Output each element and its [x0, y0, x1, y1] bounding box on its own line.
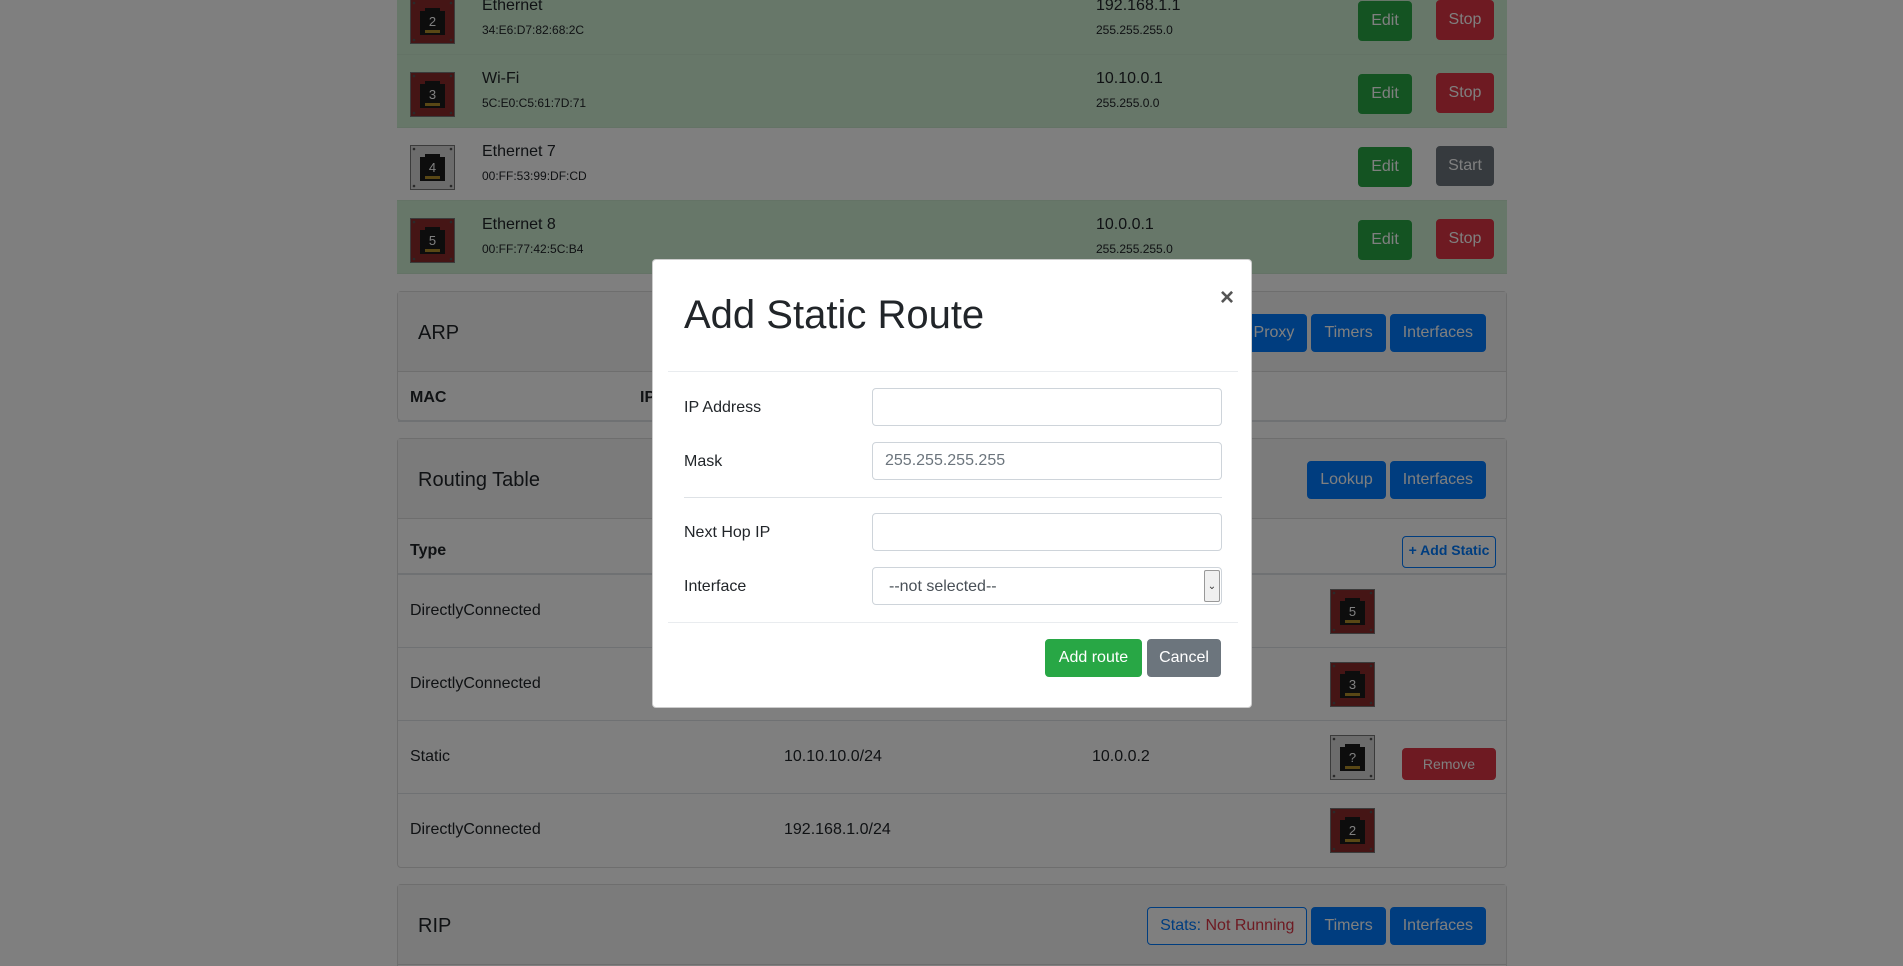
next-hop-input[interactable]	[872, 513, 1222, 551]
modal-footer-divider	[668, 622, 1238, 623]
interface-select[interactable]: --not selected-- ⌄	[872, 567, 1222, 605]
ip-address-label: IP Address	[684, 399, 762, 416]
mask-input[interactable]	[872, 442, 1222, 480]
add-static-route-modal: Add Static Route × IP Address Mask Next …	[652, 259, 1252, 708]
add-route-button[interactable]: Add route	[1045, 639, 1142, 677]
ip-address-input[interactable]	[872, 388, 1222, 426]
cancel-button[interactable]: Cancel	[1147, 639, 1221, 677]
mask-label: Mask	[684, 453, 723, 470]
modal-header-divider	[668, 371, 1238, 372]
modal-title: Add Static Route	[684, 293, 985, 337]
chevron-down-icon[interactable]: ⌄	[1204, 570, 1220, 602]
next-hop-label: Next Hop IP	[684, 524, 771, 541]
interface-label: Interface	[684, 578, 747, 595]
close-icon[interactable]: ×	[1220, 284, 1234, 312]
modal-form-divider	[684, 497, 1222, 498]
interface-select-value: --not selected--	[889, 578, 997, 595]
